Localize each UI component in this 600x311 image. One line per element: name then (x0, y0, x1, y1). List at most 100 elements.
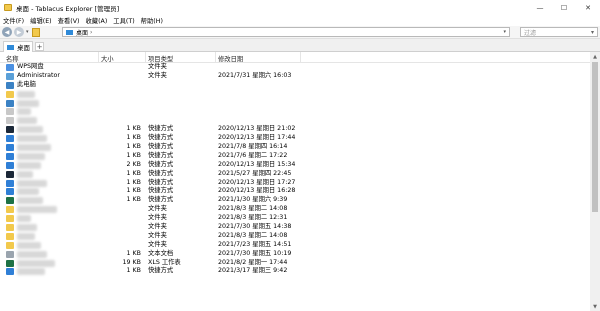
menu-view[interactable]: 查看(V) (58, 16, 80, 25)
redacted-name (17, 188, 39, 196)
address-dropdown-icon[interactable]: ▾ (503, 29, 506, 35)
column-modified-header[interactable]: 修改日期 (218, 54, 243, 63)
vertical-scrollbar[interactable]: ▲ ▼ (590, 52, 600, 311)
redacted-name (17, 161, 41, 169)
filter-dropdown-icon[interactable]: ▾ (591, 29, 594, 36)
table-row[interactable]: 1 KB 快捷方式 2020/12/13 星期日 16:28 (0, 187, 590, 196)
column-size-header[interactable]: 大小 (101, 54, 114, 63)
table-row[interactable]: 1 KB 快捷方式 2021/5/27 星期四 22:45 (0, 170, 590, 179)
table-row[interactable]: 1 KB 快捷方式 2020/12/13 星期日 17:44 (0, 134, 590, 143)
file-type: 快捷方式 (148, 169, 174, 177)
generic-icon (6, 108, 14, 116)
app-shortcut-icon (6, 179, 14, 187)
history-dropdown-icon[interactable]: ▾ (26, 29, 29, 35)
redacted-name (17, 232, 35, 240)
desktop-icon (66, 29, 73, 35)
table-row[interactable]: 此电脑 (0, 81, 590, 90)
up-folder-button[interactable] (31, 27, 40, 37)
menu-help[interactable]: 帮助(H) (141, 16, 163, 25)
file-modified: 2021/8/3 星期二 14:08 (218, 205, 288, 213)
redacted-name (17, 241, 41, 249)
file-size: 1 KB (126, 249, 141, 257)
menu-file[interactable]: 文件(F) (3, 16, 24, 25)
address-bar[interactable]: 桌面 › ▾ (62, 27, 510, 37)
table-row[interactable]: 1 KB 文本文档 2021/7/30 星期五 10:19 (0, 250, 590, 259)
navigation-toolbar: ◀ ▶ ▾ 桌面 › ▾ 过滤 ▾ (0, 26, 600, 39)
column-divider[interactable] (145, 52, 146, 63)
file-modified: 2021/7/30 星期五 10:19 (218, 249, 292, 257)
file-size: 19 KB (122, 258, 141, 266)
file-modified: 2021/8/3 星期二 12:31 (218, 214, 288, 222)
file-modified: 2021/8/3 星期二 14:08 (218, 231, 288, 239)
menu-tools[interactable]: 工具(T) (113, 16, 134, 25)
file-list: 名称 大小 项目类型 修改日期 WPS网盘 文件夹 Administrator 文件夹… (0, 52, 590, 311)
redacted-name (17, 99, 39, 107)
scroll-up-button[interactable]: ▲ (590, 52, 600, 61)
file-type: 快捷方式 (148, 196, 174, 204)
table-row[interactable]: 1 KB 快捷方式 2020/12/13 星期日 17:27 (0, 179, 590, 188)
table-row[interactable]: 1 KB 快捷方式 2020/12/13 星期日 21:02 (0, 125, 590, 134)
new-tab-button[interactable]: + (35, 42, 44, 51)
table-row[interactable]: 文件夹 2021/8/3 星期二 14:08 (0, 205, 590, 214)
table-row[interactable]: WPS网盘 文件夹 (0, 63, 590, 72)
menu-bar: 文件(F) 编辑(E) 查看(V) 收藏(A) 工具(T) 帮助(H) (0, 15, 600, 26)
redacted-name (17, 268, 45, 276)
table-row[interactable] (0, 116, 590, 125)
redacted-name (17, 259, 55, 267)
close-button[interactable]: ✕ (576, 0, 600, 15)
file-type: 快捷方式 (148, 151, 174, 159)
table-row[interactable]: 文件夹 2021/8/3 星期二 14:08 (0, 232, 590, 241)
redacted-name (17, 215, 31, 223)
column-name-header[interactable]: 名称 (6, 54, 19, 63)
file-size: 1 KB (126, 143, 141, 151)
column-divider[interactable] (215, 52, 216, 63)
filter-input[interactable]: 过滤 ▾ (520, 27, 598, 37)
forward-button[interactable]: ▶ (14, 27, 24, 37)
redacted-name (17, 224, 37, 232)
generic-icon (6, 117, 14, 125)
window-controls: — ☐ ✕ (528, 0, 600, 15)
table-row[interactable]: Administrator 文件夹 2021/7/31 星期六 16:03 (0, 72, 590, 81)
file-size: 1 KB (126, 134, 141, 142)
redacted-name (17, 108, 31, 116)
text-doc-icon (6, 250, 14, 258)
table-row[interactable]: 19 KB XLS 工作表 2021/8/2 星期一 17:44 (0, 259, 590, 268)
table-row[interactable]: 文件夹 2021/7/23 星期五 14:51 (0, 241, 590, 250)
file-modified: 2021/7/6 星期二 17:22 (218, 151, 288, 159)
file-size: 2 KB (126, 160, 141, 168)
file-type: 快捷方式 (148, 134, 174, 142)
file-type: 快捷方式 (148, 125, 174, 133)
file-modified: 2021/3/17 星期三 9:42 (218, 267, 288, 275)
user-folder-icon (6, 72, 14, 80)
file-size: 1 KB (126, 125, 141, 133)
maximize-button[interactable]: ☐ (552, 0, 576, 15)
redacted-name (17, 206, 57, 214)
menu-favorites[interactable]: 收藏(A) (85, 16, 107, 25)
column-divider[interactable] (98, 52, 99, 63)
tab-desktop[interactable]: 桌面 (3, 41, 33, 52)
table-row[interactable]: 1 KB 快捷方式 2021/7/6 星期二 17:22 (0, 152, 590, 161)
minimize-button[interactable]: — (528, 0, 552, 15)
table-row[interactable]: 1 KB 快捷方式 2021/3/17 星期三 9:42 (0, 267, 590, 276)
table-row[interactable] (0, 90, 590, 99)
table-row[interactable]: 文件夹 2021/8/3 星期二 12:31 (0, 214, 590, 223)
table-row[interactable]: 1 KB 快捷方式 2021/1/30 星期六 9:39 (0, 196, 590, 205)
file-rows: WPS网盘 文件夹 Administrator 文件夹 2021/7/31 星期六 16… (0, 63, 590, 276)
scroll-thumb[interactable] (592, 62, 598, 212)
wechat-icon (6, 197, 14, 205)
menu-edit[interactable]: 编辑(E) (30, 16, 52, 25)
table-row[interactable]: 2 KB 快捷方式 2020/12/13 星期日 15:34 (0, 161, 590, 170)
folder-icon (6, 90, 14, 98)
table-row[interactable] (0, 107, 590, 116)
column-type-header[interactable]: 项目类型 (148, 54, 173, 63)
table-row[interactable]: 文件夹 2021/7/30 星期五 14:38 (0, 223, 590, 232)
table-row[interactable] (0, 99, 590, 108)
table-row[interactable]: 1 KB 快捷方式 2021/7/8 星期四 16:14 (0, 143, 590, 152)
file-type: 快捷方式 (148, 267, 174, 275)
address-text[interactable]: 桌面 (76, 28, 88, 37)
scroll-down-button[interactable]: ▼ (590, 302, 600, 311)
back-button[interactable]: ◀ (2, 27, 12, 37)
file-type: 快捷方式 (148, 143, 174, 151)
breadcrumb-chevron-icon[interactable]: › (90, 29, 92, 36)
column-divider[interactable] (300, 52, 301, 63)
